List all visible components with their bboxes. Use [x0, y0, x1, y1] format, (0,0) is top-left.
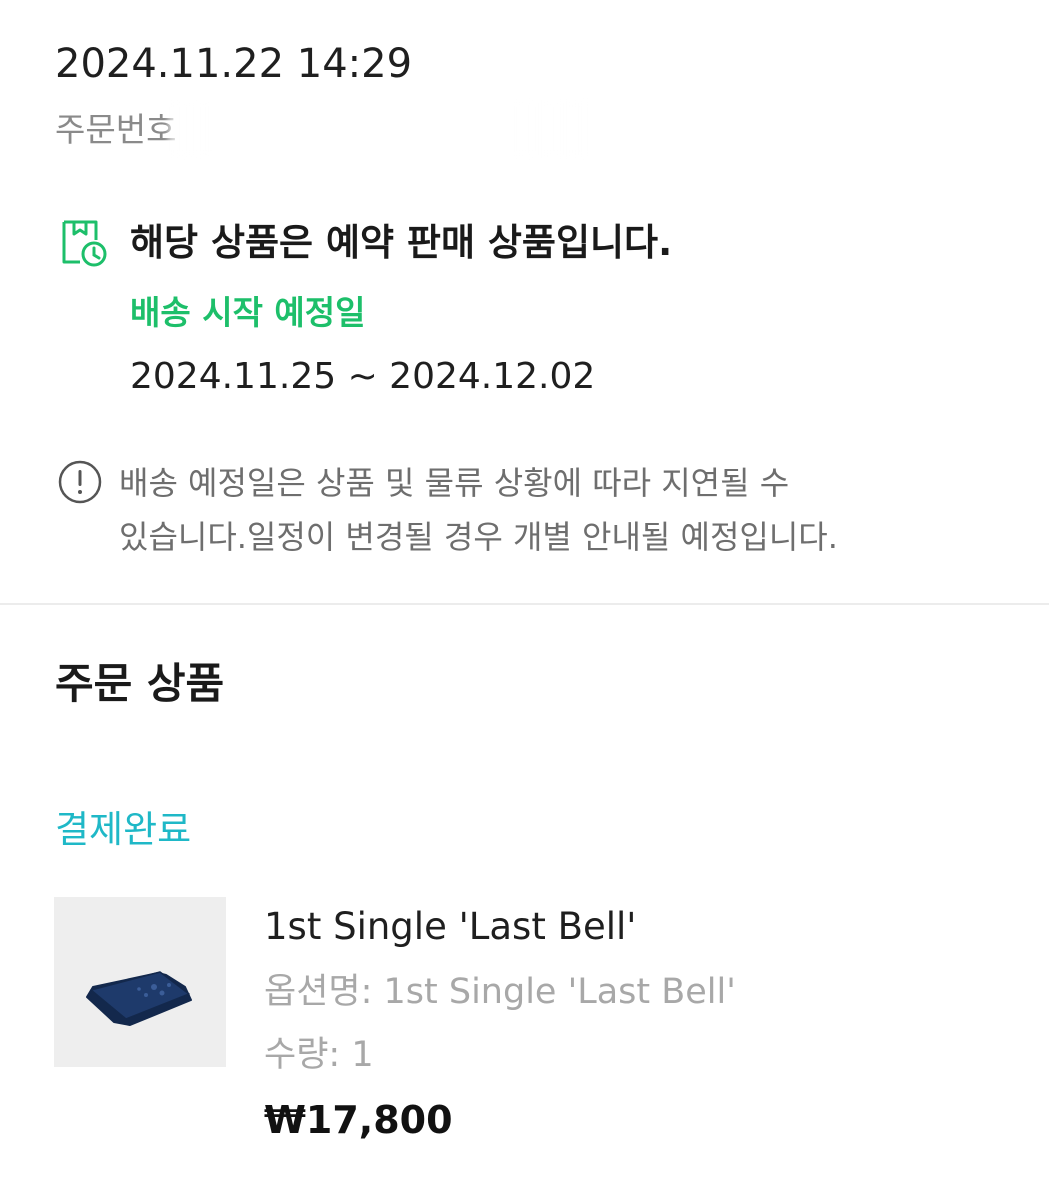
order-datetime: 2024.11.22 14:29: [55, 41, 413, 87]
product-quantity: 수량: 1: [264, 1035, 374, 1075]
product-price: ₩17,800: [264, 1098, 453, 1142]
section-divider: [0, 603, 1049, 605]
ship-start-label: 배송 시작 예정일: [130, 293, 366, 332]
order-number-label: 주문번호: [55, 110, 177, 149]
preorder-box-clock-icon: [62, 220, 107, 267]
delay-info-line-1: 배송 예정일은 상품 및 물류 상황에 따라 지연될 수: [119, 464, 790, 502]
order-number: 주문번호: [55, 108, 176, 152]
order-status: 결제완료: [55, 808, 192, 851]
delay-info-text: 배송 예정일은 상품 및 물류 상황에 따라 지연될 수 있습니다.일정이 변경…: [119, 456, 919, 564]
ship-date-range: 2024.11.25 ~ 2024.12.02: [130, 356, 596, 397]
delay-info-line-2: 있습니다.일정이 변경될 경우 개별 안내될 예정입니다.: [119, 518, 838, 556]
product-option: 옵션명: 1st Single 'Last Bell': [264, 972, 736, 1012]
album-box-thumbnail: [86, 971, 192, 1026]
order-number-redaction: [168, 100, 588, 158]
order-items-section-title: 주문 상품: [55, 659, 225, 708]
info-circle-icon: [58, 460, 102, 504]
preorder-notice-title: 해당 상품은 예약 판매 상품입니다.: [130, 221, 673, 264]
product-name[interactable]: 1st Single 'Last Bell': [264, 902, 636, 952]
product-thumbnail[interactable]: [54, 897, 226, 1067]
